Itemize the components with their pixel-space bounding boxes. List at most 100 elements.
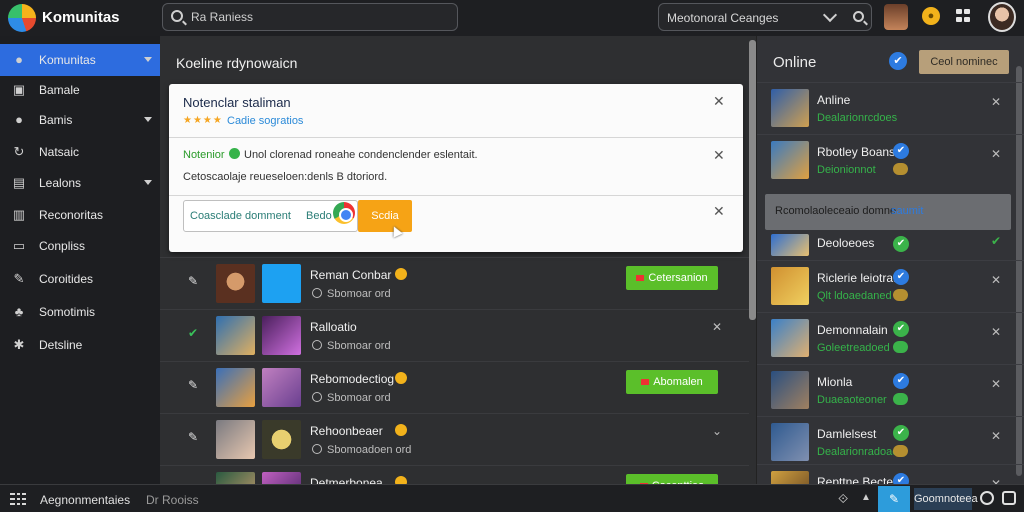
verified-icon: ✔	[893, 473, 909, 484]
caret-down-icon[interactable]	[144, 57, 152, 62]
sidebar-item-conpliss[interactable]: ▭ Conpliss	[0, 230, 160, 262]
list-item[interactable]: ✎ Reman Conbar Sbomoar ord Cetersanion	[160, 257, 749, 309]
bottom-secondary[interactable]: Dr Rooiss	[146, 493, 199, 507]
online-user[interactable]: Mionla Duaeaoteoner ✔ ✕	[757, 364, 1024, 416]
filter-select[interactable]: Meotonoral Ceanges	[658, 3, 872, 31]
edit-active-icon[interactable]: ✎	[878, 486, 910, 512]
user-status: Dealarionrcdoes	[817, 112, 898, 124]
search-icon[interactable]	[853, 11, 864, 22]
community-button[interactable]: Goomnoteea	[914, 488, 978, 510]
sidebar-item-coroitides[interactable]: ✎ Coroitides	[0, 263, 160, 295]
browser-icon[interactable]	[333, 202, 355, 224]
sidebar-item-somotimis[interactable]: ♣ Somotimis	[0, 296, 160, 328]
level-badge	[893, 341, 908, 353]
app-logo-icon[interactable]	[8, 4, 36, 32]
window-icon[interactable]	[1002, 491, 1016, 505]
row-action-button[interactable]: Cocenttiea	[626, 474, 718, 484]
online-user[interactable]: Riclerie leiotrat Qlt ldoaedaned ✔ ✕	[757, 260, 1024, 312]
chevron-down-icon[interactable]: ⌄	[712, 424, 722, 438]
sidebar-item-komunitas[interactable]: ● Komunitas	[0, 44, 160, 76]
user-status: Goleetreadoed	[817, 342, 890, 354]
verified-icon: ✔	[893, 321, 909, 337]
navigation-icon[interactable]: ⟐	[838, 491, 848, 507]
panel-subtitle-link[interactable]: Cadie sogratios	[227, 115, 303, 127]
profile-thumbnail[interactable]	[884, 4, 908, 30]
comment-input[interactable]: Coasclade domment Bedo	[183, 200, 358, 232]
edit-icon[interactable]: ✎	[188, 275, 200, 287]
close-icon[interactable]: ✕	[991, 147, 1001, 161]
submit-button[interactable]: Scdia	[358, 200, 412, 232]
chevron-down-icon[interactable]	[822, 7, 838, 23]
online-user[interactable]: Deoloeoes ✔ ✔	[757, 232, 1024, 260]
avatar	[262, 472, 301, 484]
online-action-button[interactable]: Ceol nominec	[919, 50, 1009, 74]
verified-icon: ✔	[893, 236, 909, 252]
sidebar-item-label: Natsaic	[39, 145, 80, 159]
sidebar-item-natsaic[interactable]: ↻ Natsaic	[0, 136, 160, 168]
grid-menu-icon[interactable]	[10, 493, 26, 505]
bottom-bar: Aegnonmentaies Dr Rooiss ⟐ ▲ ✎ Goomnotee…	[0, 484, 1024, 512]
list-item[interactable]: ✔ Detmerbonea Cocenttiea	[160, 465, 749, 484]
list-item[interactable]: ✎ Rebomodectiog Sbomoar ord Abomalen	[160, 361, 749, 413]
settings-icon[interactable]	[980, 491, 994, 505]
status-text: Unol clorenad roneahe condenclender esle…	[244, 149, 478, 161]
user-name: Repttne Bectet	[817, 475, 897, 484]
row-title: Rebomodectiog	[310, 372, 395, 386]
caret-down-icon[interactable]	[144, 117, 152, 122]
close-icon[interactable]: ✕	[713, 94, 725, 108]
caret-down-icon[interactable]	[144, 180, 152, 185]
online-user[interactable]: Demonnalain Goleetreadoed ✔ ✕	[757, 312, 1024, 364]
online-user[interactable]: Anline Dealarionrcdoes ✕	[757, 82, 1024, 134]
sidebar-item-detsline[interactable]: ✱ Detsline	[0, 329, 160, 361]
close-icon[interactable]: ✕	[991, 477, 1001, 484]
bottom-label[interactable]: Aegnonmentaies	[40, 493, 130, 507]
user-icon: ●	[15, 52, 23, 67]
close-icon[interactable]: ✕	[991, 377, 1001, 391]
online-user[interactable]: Damlelsest Dealarionradoaes ✔ ✕	[757, 416, 1024, 468]
avatar	[771, 423, 809, 461]
row-title: Rehoonbeaer	[310, 424, 383, 438]
sidebar-item-label: Lealons	[39, 176, 82, 190]
sidebar-item-label: Somotimis	[39, 305, 96, 319]
user-status: Duaeaoteoner	[817, 394, 887, 406]
avatar	[771, 471, 809, 484]
list-item[interactable]: ✔ Ralloatio Sbomoar ord ✕	[160, 309, 749, 361]
window-icon: ▭	[12, 238, 26, 253]
user-name: Rbotley Boans	[817, 145, 896, 159]
check-icon[interactable]: ✔	[991, 234, 1001, 248]
search-input[interactable]	[191, 8, 451, 26]
search-box[interactable]	[162, 3, 458, 31]
close-icon[interactable]: ✕	[991, 95, 1001, 109]
main-scrollbar[interactable]	[749, 40, 756, 320]
close-icon[interactable]: ✕	[713, 204, 725, 218]
close-icon[interactable]: ✕	[991, 429, 1001, 443]
avatar	[771, 89, 809, 127]
coin-icon[interactable]: ●	[922, 7, 940, 25]
close-icon[interactable]: ✕	[713, 148, 725, 162]
edit-icon[interactable]: ✎	[188, 379, 200, 391]
online-banner[interactable]: Rcomolaoleceaio domne saumit	[765, 194, 1011, 230]
check-icon[interactable]: ✔	[889, 52, 907, 70]
sidebar-item-bamale[interactable]: ▣ Bamale	[0, 74, 160, 106]
level-badge	[893, 445, 908, 457]
row-action-button[interactable]: Cetersanion	[626, 266, 718, 290]
sidebar-item-lealons[interactable]: ▤ Lealons	[0, 167, 160, 199]
sidebar-item-bamis[interactable]: ● Bamis	[0, 104, 160, 136]
user-avatar[interactable]	[988, 2, 1016, 32]
row-action-button[interactable]: Abomalen	[626, 370, 718, 394]
caret-up-icon[interactable]: ▲	[861, 492, 871, 503]
close-icon[interactable]: ✕	[991, 273, 1001, 287]
online-user[interactable]: Repttne Bectet ✔ ✕	[757, 464, 1024, 484]
sidebar-item-reconoritas[interactable]: ▥ Reconoritas	[0, 199, 160, 231]
check-icon[interactable]: ✔	[188, 327, 200, 339]
apps-grid-icon[interactable]	[956, 9, 972, 23]
list-item[interactable]: ✎ Rehoonbeaer Sbomoadoen ord ⌄	[160, 413, 749, 465]
close-icon[interactable]: ✕	[712, 320, 722, 334]
banner-link[interactable]: saumit	[891, 205, 923, 217]
edit-icon[interactable]: ✎	[188, 431, 200, 443]
online-user[interactable]: Rbotley Boans Deionionnot ✔ ✕	[757, 134, 1024, 186]
online-title: Online	[773, 54, 817, 71]
app-title: Komunitas	[42, 9, 120, 26]
close-icon[interactable]: ✕	[991, 325, 1001, 339]
comment-input-tag: Bedo	[306, 210, 332, 222]
